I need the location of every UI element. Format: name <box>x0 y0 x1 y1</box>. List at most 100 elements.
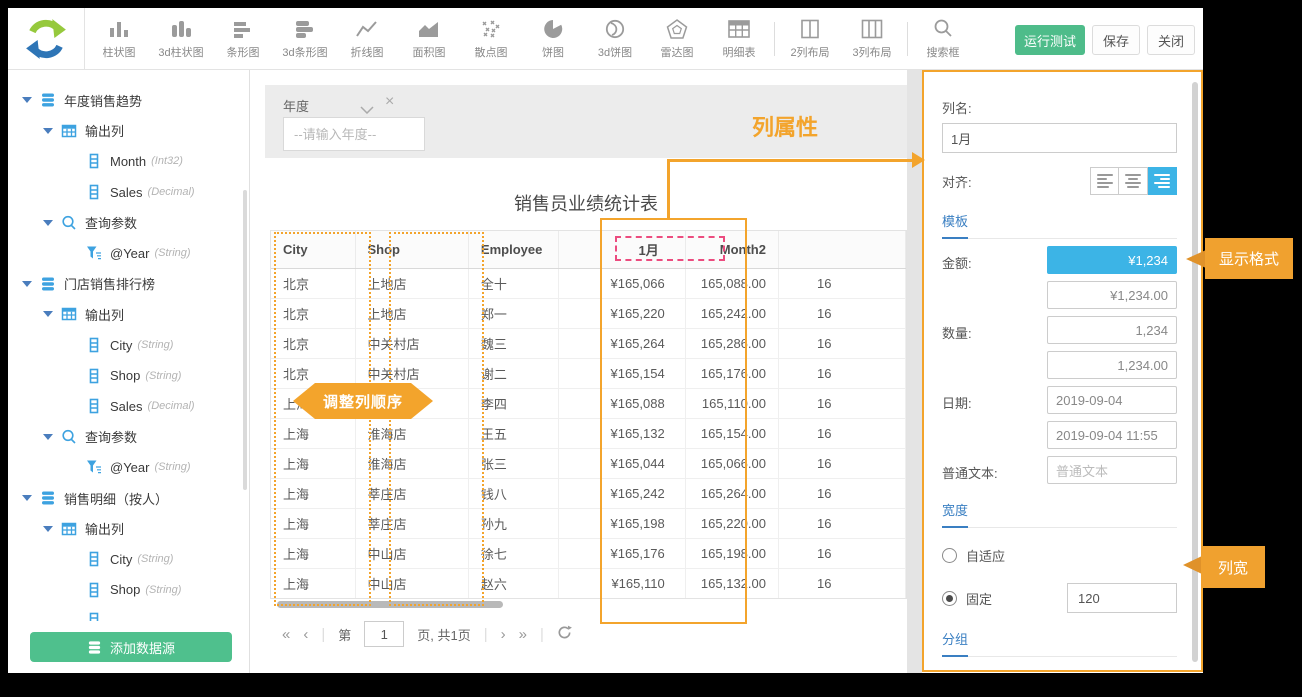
tool-layout-2col[interactable]: 2列布局 <box>779 8 841 70</box>
table-cell: 徐七 <box>468 538 558 568</box>
format-box-stack: 普通文本 <box>1047 456 1177 484</box>
toolbar: 柱状图3d柱状图条形图3d条形图折线图面积图散点图饼图 3d饼图雷达图明细表 2列布… <box>8 8 1203 70</box>
prev-page-button[interactable]: ‹ <box>303 626 308 643</box>
refresh-icon[interactable] <box>557 625 572 644</box>
add-datasource-button[interactable]: 添加数据源 <box>30 632 232 662</box>
format-group: 普通文本:普通文本 <box>942 456 1177 484</box>
tree-item-partial[interactable] <box>8 605 248 621</box>
save-button[interactable]: 保存 <box>1092 25 1140 55</box>
format-group-label: 金额: <box>942 246 972 309</box>
table-cell: ¥165,242 <box>558 478 685 508</box>
tree-item-输出列[interactable]: 输出列 <box>8 513 248 544</box>
column-header-City[interactable]: City <box>271 231 355 268</box>
tool-label: 饼图 <box>542 44 564 60</box>
column-header-Shop[interactable]: Shop <box>355 231 468 268</box>
year-filter-input[interactable] <box>283 117 425 151</box>
tool-scatter-chart[interactable]: 散点图 <box>460 8 522 70</box>
column-icon <box>85 551 102 568</box>
tool-radar-chart[interactable]: 雷达图 <box>646 8 708 70</box>
table-cell: ¥165,088 <box>558 388 685 418</box>
tree-item-销售明细（按人）[interactable]: 销售明细（按人） <box>8 483 248 514</box>
run-test-button[interactable]: 运行测试 <box>1015 25 1085 55</box>
first-page-button[interactable]: « <box>282 626 290 643</box>
tool-detail-table[interactable]: 明细表 <box>708 8 770 70</box>
tree-item-门店销售排行榜[interactable]: 门店销售排行榜 <box>8 269 248 300</box>
search-icon <box>60 214 77 231</box>
tree-item-查询参数[interactable]: 查询参数 <box>8 207 248 238</box>
tree-item-Sales[interactable]: Sales(Decimal) <box>8 177 248 208</box>
tool-pie-chart[interactable]: 饼图 <box>522 8 584 70</box>
table-row: 北京中关村店魏三¥165,264165,286.0016 <box>271 328 906 358</box>
format-option[interactable]: 1,234 <box>1047 316 1177 344</box>
tree-item-City[interactable]: City(String) <box>8 544 248 575</box>
tool-line-chart[interactable]: 折线图 <box>336 8 398 70</box>
radio-固定[interactable] <box>942 591 957 606</box>
column-header-extra[interactable] <box>778 231 905 268</box>
tree-item-Shop[interactable]: Shop(String) <box>8 360 248 391</box>
fixed-width-input[interactable] <box>1067 583 1177 613</box>
tree-item-type: (String) <box>137 553 173 565</box>
table-icon <box>60 122 77 139</box>
table-horizontal-scrollbar[interactable] <box>277 601 503 608</box>
tree-item-Month[interactable]: Month(Int32) <box>8 146 248 177</box>
format-option[interactable]: ¥1,234 <box>1047 246 1177 274</box>
caret-down-icon[interactable] <box>22 495 32 501</box>
radio-自适应[interactable] <box>942 548 957 563</box>
caret-down-icon[interactable] <box>22 281 32 287</box>
tree-item-@Year[interactable]: @Year(String) <box>8 452 248 483</box>
align-left-button[interactable] <box>1090 167 1119 195</box>
clear-filter-icon[interactable]: × <box>385 93 394 111</box>
tool-hbar3d-chart[interactable]: 3d条形图 <box>274 8 336 70</box>
filter-icon <box>85 245 102 262</box>
align-right-button[interactable] <box>1148 167 1177 195</box>
tool-area-chart[interactable]: 面积图 <box>398 8 460 70</box>
format-option[interactable]: 2019-09-04 11:55 <box>1047 421 1177 449</box>
next-page-button[interactable]: › <box>501 626 506 643</box>
last-page-button[interactable]: » <box>519 626 527 643</box>
align-center-button[interactable] <box>1119 167 1148 195</box>
tree-item-年度销售趋势[interactable]: 年度销售趋势 <box>8 85 248 116</box>
tool-search-box[interactable]: 搜索框 <box>912 8 974 70</box>
tool-layout-3col[interactable]: 3列布局 <box>841 8 903 70</box>
tool-bar3d-chart[interactable]: 3d柱状图 <box>150 8 212 70</box>
table-cell: 淮海店 <box>355 418 468 448</box>
tree-item-type: (String) <box>154 247 190 259</box>
close-button[interactable]: 关闭 <box>1147 25 1195 55</box>
tool-label: 2列布局 <box>790 44 829 60</box>
chart-tool-list: 柱状图3d柱状图条形图3d条形图折线图面积图散点图饼图 3d饼图雷达图明细表 2列布… <box>88 8 974 70</box>
table-cell: 北京 <box>271 268 355 298</box>
caret-down-icon[interactable] <box>43 311 53 317</box>
panel-scrollbar[interactable] <box>1192 82 1198 662</box>
column-name-input[interactable] <box>942 123 1177 153</box>
format-option[interactable]: 普通文本 <box>1047 456 1177 484</box>
width-option-row: 自适应 <box>942 546 1177 565</box>
tree-item-label: Shop <box>110 368 140 383</box>
table-cell: ¥165,110 <box>558 568 685 598</box>
tree-item-@Year[interactable]: @Year(String) <box>8 238 248 269</box>
column-header-Month2[interactable]: Month2 <box>685 231 778 268</box>
table-cell: 165,198.00 <box>685 538 778 568</box>
column-header-Employee[interactable]: Employee <box>468 231 558 268</box>
tree-item-Sales[interactable]: Sales(Decimal) <box>8 391 248 422</box>
caret-down-icon[interactable] <box>43 220 53 226</box>
column-header-1月[interactable]: 1月 <box>558 231 685 268</box>
sidebar-scrollbar[interactable] <box>243 190 247 490</box>
tool-bar-chart[interactable]: 柱状图 <box>88 8 150 70</box>
page-number-input[interactable] <box>364 621 404 647</box>
tree-item-输出列[interactable]: 输出列 <box>8 116 248 147</box>
caret-down-icon[interactable] <box>43 128 53 134</box>
tree-item-label: 输出列 <box>85 519 124 538</box>
tree-item-City[interactable]: City(String) <box>8 330 248 361</box>
tool-pie3d-chart[interactable]: 3d饼图 <box>584 8 646 70</box>
caret-down-icon[interactable] <box>43 434 53 440</box>
tree-item-输出列[interactable]: 输出列 <box>8 299 248 330</box>
format-option[interactable]: 2019-09-04 <box>1047 386 1177 414</box>
tool-hbar-chart[interactable]: 条形图 <box>212 8 274 70</box>
format-option[interactable]: 1,234.00 <box>1047 351 1177 379</box>
caret-down-icon[interactable] <box>43 526 53 532</box>
tree-item-Shop[interactable]: Shop(String) <box>8 575 248 606</box>
caret-down-icon[interactable] <box>22 97 32 103</box>
format-group: 数量:1,2341,234.00 <box>942 316 1177 379</box>
format-option[interactable]: ¥1,234.00 <box>1047 281 1177 309</box>
tree-item-查询参数[interactable]: 查询参数 <box>8 422 248 453</box>
